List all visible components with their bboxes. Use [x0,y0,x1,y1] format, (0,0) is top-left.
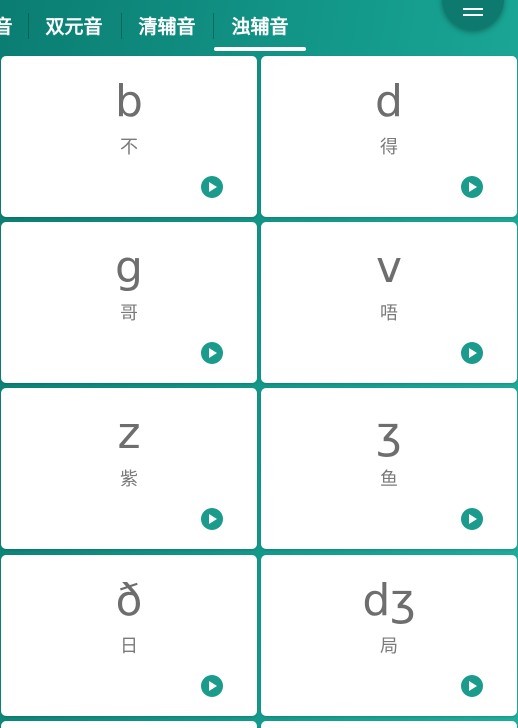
play-icon[interactable] [201,675,223,697]
play-icon[interactable] [201,508,223,530]
menu-icon [463,8,483,10]
phoneme-card[interactable]: b 不 [1,56,257,217]
tab-voiced-consonant[interactable]: 浊辅音 [222,0,298,54]
tab-vowel[interactable]: 音 [0,0,14,54]
tab-bar: 音 双元音 清辅音 浊辅音 [0,0,518,54]
phoneme-card[interactable]: dʒ 局 [261,555,517,716]
tab-selected-indicator [214,47,306,51]
phoneme-example: 鱼 [380,469,398,490]
phoneme-symbol: g [115,242,143,293]
phoneme-card[interactable]: ʒ 鱼 [261,388,517,549]
play-icon[interactable] [461,675,483,697]
play-icon[interactable] [201,176,223,198]
tab-voiceless-consonant[interactable]: 清辅音 [129,0,205,54]
phoneme-symbol: b [115,76,143,127]
tab-diphthong[interactable]: 双元音 [36,0,112,54]
play-icon[interactable] [461,342,483,364]
phoneme-card[interactable]: v 唔 [261,222,517,383]
phoneme-card[interactable]: ð 日 [1,555,257,716]
phoneme-symbol: ʒ [376,408,402,459]
phoneme-example: 得 [380,137,398,158]
phoneme-symbol: dʒ [362,575,416,626]
phoneme-symbol: z [117,408,141,459]
phoneme-symbol: d [375,76,403,127]
phoneme-example: 局 [380,636,398,657]
phoneme-symbol: v [375,242,403,293]
play-icon[interactable] [461,176,483,198]
phoneme-card[interactable]: g 哥 [1,222,257,383]
play-icon[interactable] [201,342,223,364]
tab-divider [28,13,29,39]
tab-divider [121,13,122,39]
phoneme-card-partial[interactable] [1,721,257,728]
phoneme-card[interactable]: d 得 [261,56,517,217]
phoneme-example: 日 [120,636,138,657]
menu-button[interactable] [442,0,504,30]
phoneme-example: 哥 [120,303,138,324]
phoneme-card[interactable]: z 紫 [1,388,257,549]
phoneme-symbol: ð [115,575,143,626]
phoneme-example: 不 [120,137,138,158]
phoneme-example: 紫 [120,469,138,490]
phoneme-card-partial[interactable] [261,721,517,728]
tab-divider [213,13,214,39]
menu-icon-bar [463,14,483,16]
play-icon[interactable] [461,508,483,530]
phoneme-example: 唔 [380,303,398,324]
